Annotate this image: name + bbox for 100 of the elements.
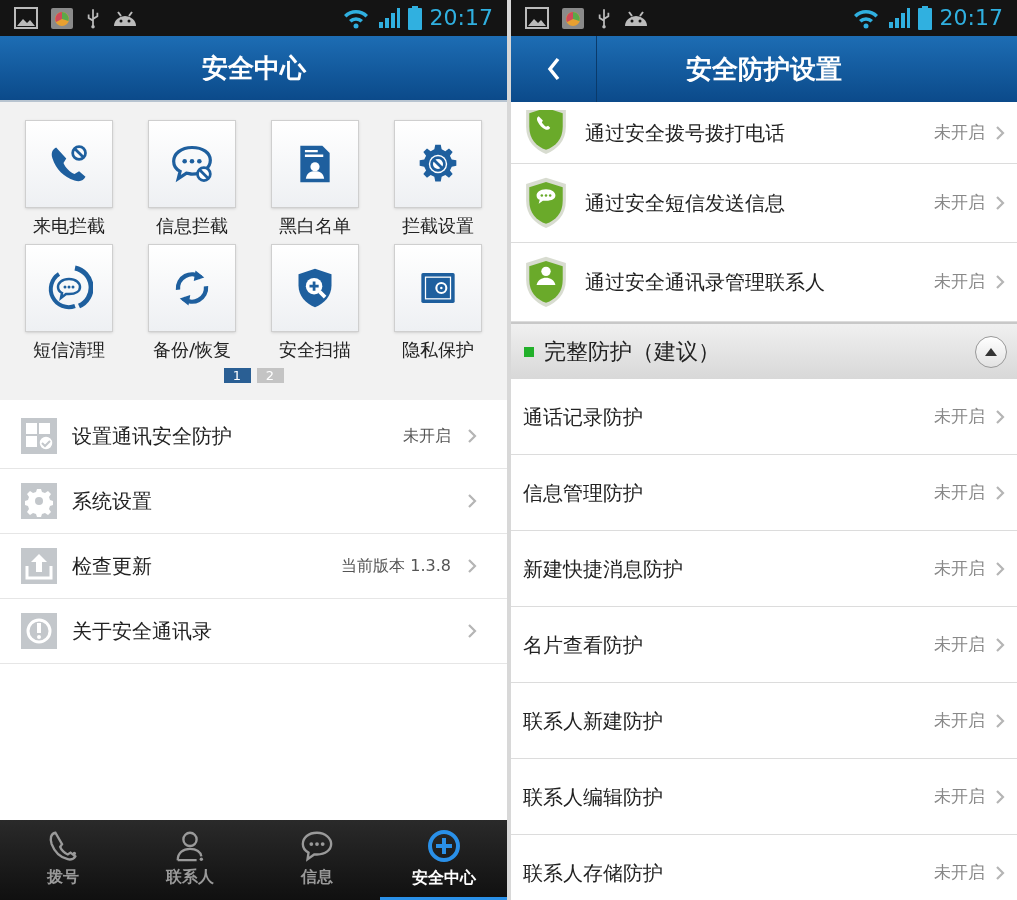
feature-tile[interactable] xyxy=(25,120,113,208)
menu-row[interactable]: 关于安全通讯录 xyxy=(0,599,507,664)
chevron-icon xyxy=(995,484,1005,501)
plus-circle-icon xyxy=(425,827,462,864)
row-status: 未开启 xyxy=(934,708,985,732)
up-triangle-icon xyxy=(984,346,998,357)
menu-row[interactable]: 系统设置 xyxy=(0,469,507,534)
menu-value: 当前版本 1.3.8 xyxy=(341,555,451,577)
tile-label: 黑白名单 xyxy=(279,214,351,238)
app-icon xyxy=(50,6,74,30)
chevron-icon xyxy=(995,124,1005,141)
feature-tile[interactable] xyxy=(148,244,236,332)
tile-label: 备份/恢复 xyxy=(152,338,232,362)
row-label: 通过安全短信发送信息 xyxy=(585,190,786,217)
row-status: 未开启 xyxy=(934,632,985,656)
tile-label: 信息拦截 xyxy=(156,214,228,238)
row-label: 名片查看防护 xyxy=(523,631,644,659)
upload-icon xyxy=(21,548,57,584)
shield-person-icon xyxy=(523,255,569,309)
info-icon xyxy=(21,613,57,649)
page-indicator[interactable]: 1 xyxy=(223,368,251,383)
row-status: 未开启 xyxy=(934,120,985,144)
menu-row[interactable]: 检查更新 当前版本 1.3.8 xyxy=(0,534,507,599)
tile-label: 隐私保护 xyxy=(402,338,474,362)
menu-row[interactable]: 设置通讯安全防护 未开启 xyxy=(0,404,507,469)
protection-row[interactable]: 通话记录防护 未开启 xyxy=(511,379,1017,455)
protection-row[interactable]: 联系人存储防护 未开启 xyxy=(511,835,1017,900)
chevron-icon xyxy=(995,712,1005,729)
protection-row[interactable]: 联系人新建防护 未开启 xyxy=(511,683,1017,759)
battery-icon xyxy=(407,6,422,30)
tab[interactable]: 信息 xyxy=(253,820,381,900)
feature-tile[interactable] xyxy=(271,120,359,208)
chevron-icon xyxy=(995,636,1005,653)
row-status: 未开启 xyxy=(934,556,985,580)
chevron-icon xyxy=(995,274,1005,290)
row-label: 联系人新建防护 xyxy=(523,707,664,735)
shield-phone-icon xyxy=(523,109,569,156)
menu-label: 检查更新 xyxy=(72,553,153,580)
gallery-icon xyxy=(525,7,549,29)
feature-tile[interactable] xyxy=(148,120,236,208)
screen-title: 安全中心 xyxy=(201,51,306,85)
menu-label: 系统设置 xyxy=(72,488,153,515)
row-status: 未开启 xyxy=(934,480,985,504)
chevron-icon xyxy=(995,788,1005,805)
tile-label: 拦截设置 xyxy=(402,214,474,238)
chevron-icon xyxy=(995,195,1005,211)
tab[interactable]: 联系人 xyxy=(126,820,254,900)
chevron-icon xyxy=(467,623,477,639)
feature-tile[interactable] xyxy=(394,120,482,208)
row-label: 通话记录防护 xyxy=(523,403,644,431)
section-title: 完整防护（建议） xyxy=(544,338,721,366)
signal-icon xyxy=(377,7,400,29)
chevron-icon xyxy=(995,408,1005,425)
row-label: 新建快捷消息防护 xyxy=(523,555,684,583)
section-header[interactable]: 完整防护（建议） xyxy=(511,322,1017,379)
protection-row[interactable]: 信息管理防护 未开启 xyxy=(511,455,1017,531)
protection-row[interactable]: 名片查看防护 未开启 xyxy=(511,607,1017,683)
row-label: 通过安全拨号拨打电话 xyxy=(585,119,786,147)
protection-row[interactable]: 新建快捷消息防护 未开启 xyxy=(511,531,1017,607)
screen-title: 安全防护设置 xyxy=(685,52,843,86)
clock: 20:17 xyxy=(939,7,1003,29)
chevron-icon xyxy=(467,428,477,444)
protection-row[interactable]: 通过安全拨号拨打电话 未开启 xyxy=(511,102,1017,164)
row-status: 未开启 xyxy=(934,270,985,294)
protection-row[interactable]: 联系人编辑防护 未开启 xyxy=(511,759,1017,835)
tile-label: 短信清理 xyxy=(33,338,105,362)
clock: 20:17 xyxy=(429,7,493,29)
feature-tile[interactable] xyxy=(25,244,113,332)
menu-label: 设置通讯安全防护 xyxy=(72,423,233,450)
row-label: 信息管理防护 xyxy=(523,479,644,507)
row-status: 未开启 xyxy=(934,404,985,428)
row-status: 未开启 xyxy=(934,191,985,215)
usb-icon xyxy=(597,7,611,29)
menu-value: 未开启 xyxy=(403,425,451,447)
signal-icon xyxy=(887,7,910,29)
battery-icon xyxy=(917,6,932,30)
tile-label: 安全扫描 xyxy=(279,338,351,362)
usb-icon xyxy=(86,7,100,29)
chevron-icon xyxy=(995,864,1005,881)
tab[interactable]: 拨号 xyxy=(0,820,127,900)
back-icon xyxy=(546,57,561,81)
row-label: 通过安全通讯录管理联系人 xyxy=(585,269,826,296)
chevron-icon xyxy=(467,558,477,574)
menu-label: 关于安全通讯录 xyxy=(72,618,213,645)
chevron-icon xyxy=(995,560,1005,577)
grid-check-icon xyxy=(21,418,57,454)
row-label: 联系人存储防护 xyxy=(523,859,664,887)
gear-icon xyxy=(21,483,57,519)
tile-label: 来电拦截 xyxy=(33,214,105,238)
protection-row[interactable]: 通过安全短信发送信息 未开启 xyxy=(511,164,1017,243)
app-icon xyxy=(561,6,585,30)
feature-tile[interactable] xyxy=(394,244,482,332)
row-status: 未开启 xyxy=(934,860,985,884)
feature-tile[interactable] xyxy=(271,244,359,332)
row-status: 未开启 xyxy=(934,784,985,808)
gallery-icon xyxy=(14,7,38,29)
row-label: 联系人编辑防护 xyxy=(523,783,664,811)
tab[interactable]: 安全中心 xyxy=(380,820,507,900)
collapse-button[interactable] xyxy=(975,335,1007,368)
chevron-icon xyxy=(467,493,477,509)
